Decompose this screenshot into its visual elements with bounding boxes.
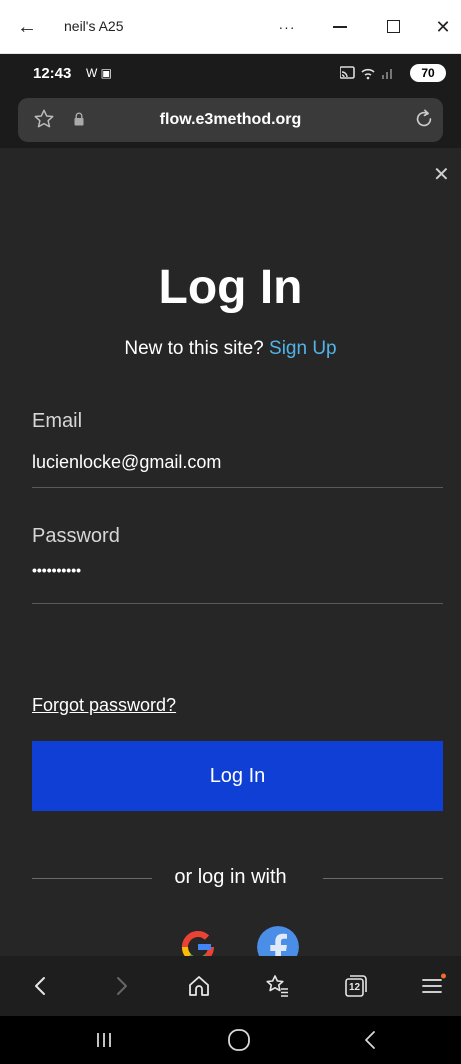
system-back-icon[interactable] xyxy=(357,1026,385,1054)
close-dialog-icon[interactable]: ✕ xyxy=(433,162,450,187)
password-field[interactable]: •••••••••• xyxy=(32,562,81,578)
email-field[interactable]: lucienlocke@gmail.com xyxy=(32,452,221,473)
menu-button[interactable] xyxy=(419,972,447,1000)
cast-wifi-signal-icon xyxy=(339,66,392,80)
facebook-icon xyxy=(257,926,299,956)
browser-address-area: flow.e3method.org xyxy=(0,92,461,148)
browser-toolbar: 12 xyxy=(0,956,461,1016)
login-button[interactable]: Log In xyxy=(32,741,443,811)
url-text: flow.e3method.org xyxy=(159,111,302,128)
google-login-button[interactable] xyxy=(177,926,219,956)
battery-indicator: 70 xyxy=(410,64,446,82)
forgot-password-link[interactable]: Forgot password? xyxy=(32,695,176,716)
back-arrow-icon[interactable]: ← xyxy=(14,14,40,40)
home-icon[interactable] xyxy=(185,972,213,1000)
minimize-button[interactable] xyxy=(325,12,355,42)
menu-icon xyxy=(422,973,446,993)
divider-right xyxy=(323,878,443,879)
signup-prompt: New to this site? Sign Up xyxy=(0,338,461,360)
close-window-button[interactable]: ✕ xyxy=(428,12,458,42)
address-bar[interactable]: flow.e3method.org xyxy=(18,98,443,142)
signup-prompt-text: New to this site? xyxy=(124,338,264,359)
home-button-icon[interactable] xyxy=(225,1026,253,1054)
back-icon[interactable] xyxy=(27,972,55,1000)
google-icon xyxy=(177,926,219,956)
forward-icon[interactable] xyxy=(107,972,135,1000)
maximize-button[interactable] xyxy=(378,12,408,42)
bookmarks-icon[interactable] xyxy=(263,972,291,1000)
window-titlebar: ← neil's A25 ··· ✕ xyxy=(0,0,461,54)
more-options-button[interactable]: ··· xyxy=(272,12,302,42)
minimize-icon xyxy=(333,25,347,28)
window-title: neil's A25 xyxy=(64,18,124,34)
status-time: 12:43 xyxy=(33,65,72,82)
page-title: Log In xyxy=(158,261,303,314)
signal-icons xyxy=(339,66,400,83)
password-label: Password xyxy=(32,525,120,547)
facebook-login-button[interactable] xyxy=(257,926,299,956)
reload-icon[interactable] xyxy=(413,108,435,130)
login-page: ✕ Log In New to this site? Sign Up Email… xyxy=(0,148,461,956)
phone-status-bar: 12:43 W ▣ 70 xyxy=(0,54,461,92)
notification-icons: W ▣ xyxy=(86,66,112,80)
signup-link[interactable]: Sign Up xyxy=(269,338,337,359)
maximize-icon xyxy=(386,20,400,34)
android-nav-bar xyxy=(0,1016,461,1064)
password-underline xyxy=(32,603,443,604)
email-underline xyxy=(32,487,443,488)
tabs-button[interactable]: 12 xyxy=(341,972,369,1000)
email-label: Email xyxy=(32,410,83,432)
recent-apps-icon[interactable] xyxy=(90,1026,118,1054)
tabs-count: 12 xyxy=(348,982,361,993)
